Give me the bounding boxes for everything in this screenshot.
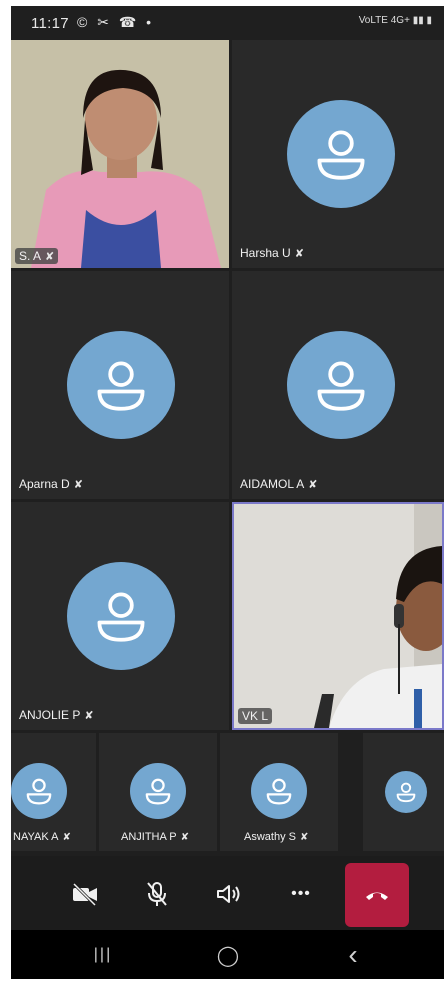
more-options-button[interactable]: ••• (273, 866, 329, 922)
person-video-image (234, 504, 442, 728)
speaker-button[interactable] (201, 866, 257, 922)
more-options-icon: ••• (291, 885, 311, 902)
mic-off-icon: ✘ (299, 831, 309, 843)
participant-name-label: Harsha U ✘ (240, 246, 304, 260)
strip-participant-nayak[interactable]: NAYAK A ✘ (11, 733, 96, 851)
end-call-button[interactable] (345, 863, 409, 927)
back-icon: ‹ (348, 939, 358, 970)
participant-tile-aparna[interactable]: Aparna D ✘ (11, 271, 229, 499)
recent-apps-icon: ||| (93, 946, 113, 963)
person-icon (266, 778, 292, 805)
phone-screen: 11:17 © ✂ ☎ • VoLTE 4G+ ▮▮ ▮ S. A ✘ Hars… (11, 6, 444, 979)
avatar (67, 331, 175, 439)
participant-name: ANJITHA P (121, 831, 177, 843)
mute-button[interactable] (129, 866, 185, 922)
person-icon (317, 130, 365, 180)
camera-off-icon (72, 882, 97, 906)
participant-name-label: NAYAK A ✘ (13, 831, 71, 843)
person-icon (97, 361, 145, 411)
participant-tile-harsha[interactable]: Harsha U ✘ (232, 40, 444, 268)
participant-tile-sa[interactable]: S. A ✘ (11, 40, 229, 268)
home-icon: ◯ (216, 944, 240, 967)
participant-video-feed (234, 504, 442, 728)
participant-tile-anjolie[interactable]: ANJOLIE P ✘ (11, 502, 229, 730)
speaker-icon (217, 885, 240, 903)
mic-off-icon: ✘ (62, 831, 71, 843)
participant-name-label: Aswathy S ✘ (244, 831, 308, 843)
avatar (287, 100, 395, 208)
avatar (130, 763, 186, 819)
participant-name: S. A (19, 249, 42, 263)
participant-name: NAYAK A (13, 831, 59, 843)
mic-off-icon (147, 882, 167, 906)
avatar (385, 771, 427, 813)
participant-tile-vk-active-speaker[interactable]: VK L (232, 502, 444, 730)
end-call-icon (366, 892, 388, 900)
participant-name-label: ANJOLIE P ✘ (19, 708, 94, 722)
participant-name: Aparna D (19, 477, 70, 491)
avatar (67, 562, 175, 670)
participant-name: VK L (242, 709, 269, 723)
camera-toggle-button[interactable] (57, 866, 113, 922)
participant-name: Aswathy S (244, 831, 296, 843)
strip-participant-more[interactable] (363, 733, 444, 851)
avatar (287, 331, 395, 439)
status-bar: 11:17 © ✂ ☎ • VoLTE 4G+ ▮▮ ▮ (11, 6, 444, 40)
person-icon (26, 778, 52, 805)
mic-off-icon: ✘ (45, 250, 55, 263)
back-button[interactable]: ‹ (323, 939, 383, 970)
avatar (251, 763, 307, 819)
participant-name-label: VK L (238, 708, 273, 724)
person-icon (97, 592, 145, 642)
participant-name: Harsha U (240, 246, 291, 260)
person-icon (145, 778, 171, 805)
mic-off-icon: ✘ (294, 247, 304, 260)
participant-name: ANJOLIE P (19, 708, 81, 722)
recent-apps-button[interactable]: ||| (73, 940, 133, 970)
strip-participant-aswathy[interactable]: Aswathy S ✘ (220, 733, 338, 851)
participant-tile-aidamol[interactable]: AIDAMOL A ✘ (232, 271, 444, 499)
mic-off-icon: ✘ (73, 478, 83, 491)
person-icon (396, 782, 416, 803)
participant-video-feed (11, 40, 229, 268)
system-navigation-bar: ||| ◯ ‹ (11, 930, 444, 979)
person-icon (317, 361, 365, 411)
participant-name: AIDAMOL A (240, 477, 305, 491)
status-notification-icons: © ✂ ☎ • (77, 14, 155, 30)
mic-off-icon: ✘ (308, 478, 318, 491)
participant-name-label: S. A ✘ (15, 248, 59, 264)
avatar (11, 763, 67, 819)
status-signal-icons: VoLTE 4G+ ▮▮ ▮ (358, 15, 432, 26)
status-time: 11:17 (31, 15, 69, 32)
home-button[interactable]: ◯ (198, 940, 258, 970)
participant-name-label: ANJITHA P ✘ (121, 831, 189, 843)
person-video-image (11, 40, 229, 268)
participant-name-label: Aparna D ✘ (19, 477, 83, 491)
strip-participant-anjitha[interactable]: ANJITHA P ✘ (99, 733, 217, 851)
call-controls-bar: ••• (11, 856, 444, 930)
mic-off-icon: ✘ (84, 709, 94, 722)
participant-name-label: AIDAMOL A ✘ (240, 477, 317, 491)
mic-off-icon: ✘ (180, 831, 190, 843)
